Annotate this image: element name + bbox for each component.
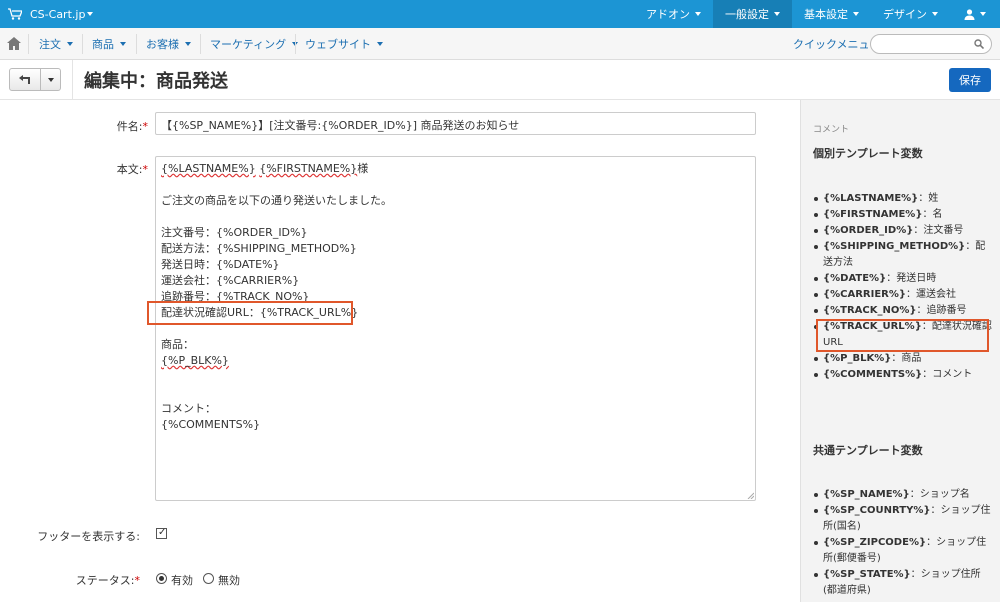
sidebar-highlight-box [816, 319, 989, 352]
nav-item-label: 注文 [39, 38, 61, 51]
nav-item-label: お客様 [146, 38, 179, 51]
nav-item-label: 商品 [92, 38, 114, 51]
subject-label: 件名:* [116, 120, 148, 133]
back-button-group [9, 68, 61, 91]
status-radio-active[interactable] [156, 573, 167, 584]
divider [72, 60, 73, 100]
footer-label: フッターを表示する: [37, 530, 140, 543]
list-item: {%COMMENTS%}：コメント [813, 367, 993, 383]
body-line-comment-label: コメント： [161, 402, 216, 415]
chevron-down-icon [87, 12, 94, 16]
nav-item-orders[interactable]: 注文 [39, 28, 73, 60]
body-textarea[interactable]: {%LASTNAME%} {%FIRSTNAME%}様 ご注文の商品を以下の通り… [155, 156, 756, 501]
brand-menu[interactable]: CS-Cart.jp [8, 0, 94, 28]
list-item: {%FIRSTNAME%}：名 [813, 207, 993, 223]
divider [200, 34, 201, 54]
chevron-down-icon [120, 42, 126, 46]
body-line-greeting: {%LASTNAME%} {%FIRSTNAME%}様 [161, 162, 369, 175]
body-line-p-blk: {%P_BLK%} [161, 354, 229, 367]
edit-form: 件名:* 【{%SP_NAME%}】[注文番号:{%ORDER_ID%}] 商品… [0, 100, 800, 602]
save-button[interactable]: 保存 [949, 68, 991, 92]
main-navigation: 注文 商品 お客様 マーケティング ウェブサイト クイックメニュー [0, 28, 1000, 60]
chevron-down-icon [932, 12, 938, 16]
list-item: {%TRACK_NO%}：追跡番号 [813, 303, 993, 319]
quick-menu-link[interactable]: クイックメニュー [793, 28, 881, 60]
list-item: {%SP_COUNRTY%}：ショップ住所(国名) [813, 503, 993, 535]
search-input[interactable] [870, 34, 992, 54]
status-label: ステータス:* [75, 574, 140, 587]
nav-item-website[interactable]: ウェブサイト [305, 28, 383, 60]
chevron-down-icon [67, 42, 73, 46]
chevron-down-icon [774, 12, 780, 16]
back-dropdown-toggle[interactable] [41, 69, 60, 90]
body-label: 本文:* [116, 163, 148, 176]
brand-name: CS-Cart.jp [30, 7, 86, 21]
check-icon: ✓ [158, 527, 167, 538]
body-line-order-id: 注文番号：{%ORDER_ID%} [161, 226, 308, 239]
divider [136, 34, 137, 54]
cart-icon [8, 8, 22, 20]
chevron-down-icon [47, 77, 54, 82]
top-menu-label: 基本設定 [804, 8, 848, 21]
body-line-comments: {%COMMENTS%} [161, 418, 261, 431]
back-arrow-icon [19, 75, 30, 84]
top-menu-basic-settings[interactable]: 基本設定 [792, 0, 871, 28]
chevron-down-icon [853, 12, 859, 16]
individual-vars-list: {%LASTNAME%}：姓 {%FIRSTNAME%}：名 {%ORDER_I… [813, 191, 993, 383]
top-bar: CS-Cart.jp アドオン 一般設定 基本設定 デザイン [0, 0, 1000, 28]
chevron-down-icon [377, 42, 383, 46]
chevron-down-icon [695, 12, 701, 16]
chevron-down-icon [980, 12, 986, 16]
page-header: 編集中：商品発送 保存 [0, 60, 1000, 100]
highlight-box [147, 301, 353, 325]
divider [295, 34, 296, 54]
search-icon [974, 39, 984, 49]
divider [28, 34, 29, 54]
body-line-shipping-method: 配送方法：{%SHIPPING_METHOD%} [161, 242, 357, 255]
list-item: {%SHIPPING_METHOD%}：配送方法 [813, 239, 993, 271]
body-line-products-label: 商品： [161, 338, 194, 351]
status-option-label: 無効 [218, 574, 240, 587]
status-radio-inactive[interactable] [203, 573, 214, 584]
top-menu-design[interactable]: デザイン [871, 0, 950, 28]
list-item: {%P_BLK%}：商品 [813, 351, 993, 367]
list-item: {%DATE%}：発送日時 [813, 271, 993, 287]
list-item: {%ORDER_ID%}：注文番号 [813, 223, 993, 239]
top-menu-general-settings[interactable]: 一般設定 [713, 0, 792, 28]
resize-grip-icon[interactable] [746, 491, 754, 499]
status-option-label: 有効 [171, 574, 193, 587]
top-menu-label: アドオン [646, 8, 690, 21]
page-title: 編集中：商品発送 [84, 71, 228, 92]
nav-item-label: ウェブサイト [305, 38, 371, 51]
sidebar-section-label: コメント [813, 125, 850, 135]
user-icon [964, 8, 975, 20]
user-menu[interactable] [950, 0, 1000, 28]
nav-item-marketing[interactable]: マーケティング [210, 28, 299, 60]
top-menu-addons[interactable]: アドオン [634, 0, 713, 28]
list-item: {%CARRIER%}：運送会社 [813, 287, 993, 303]
subject-input[interactable]: 【{%SP_NAME%}】[注文番号:{%ORDER_ID%}] 商品発送のお知… [155, 112, 756, 135]
list-item: {%SP_ZIPCODE%}：ショップ住所(郵便番号) [813, 535, 993, 567]
nav-item-products[interactable]: 商品 [92, 28, 126, 60]
list-item: {%SP_STATE%}：ショップ住所(都道府県) [813, 567, 993, 599]
footer-checkbox[interactable]: ✓ [156, 527, 167, 539]
back-button[interactable] [10, 69, 41, 90]
chevron-down-icon [185, 42, 191, 46]
home-icon[interactable] [7, 37, 21, 50]
common-vars-list: {%SP_NAME%}：ショップ名 {%SP_COUNRTY%}：ショップ住所(… [813, 487, 993, 599]
top-menu-label: 一般設定 [725, 8, 769, 21]
body-line-intro: ご注文の商品を以下の通り発送いたしました。 [161, 194, 392, 207]
individual-vars-title: 個別テンプレート変数 [813, 147, 923, 160]
list-item: {%LASTNAME%}：姓 [813, 191, 993, 207]
body-line-date: 発送日時：{%DATE%} [161, 258, 280, 271]
nav-item-customers[interactable]: お客様 [146, 28, 191, 60]
nav-item-label: マーケティング [210, 38, 287, 51]
divider [82, 34, 83, 54]
top-menu-label: デザイン [883, 8, 927, 21]
list-item: {%SP_NAME%}：ショップ名 [813, 487, 993, 503]
common-vars-title: 共通テンプレート変数 [813, 444, 923, 457]
body-line-carrier: 運送会社：{%CARRIER%} [161, 274, 300, 287]
